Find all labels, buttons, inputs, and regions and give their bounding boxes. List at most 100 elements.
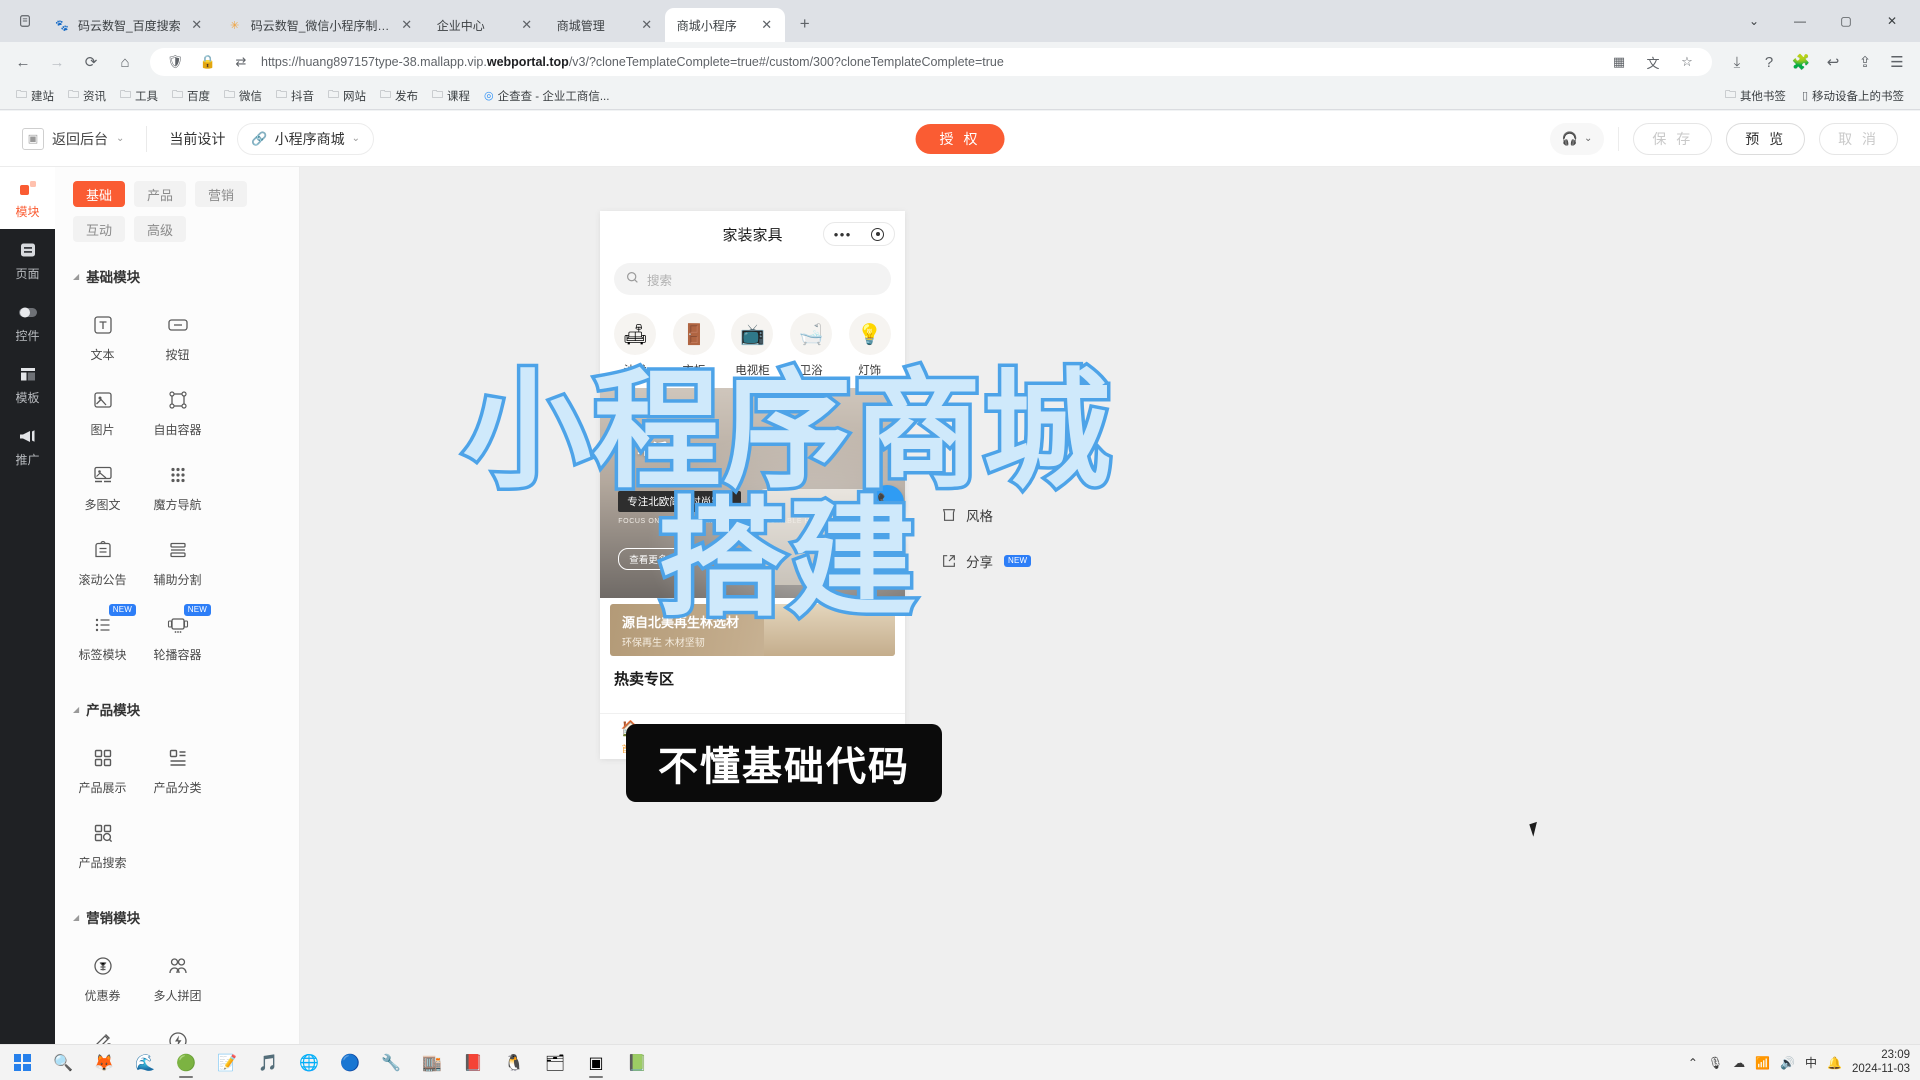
module-product-category[interactable]: 产品分类 [140, 733, 215, 808]
rail-item-modules[interactable]: 模块 [0, 167, 55, 229]
close-icon[interactable]: ✕ [639, 17, 655, 33]
extensions-icon[interactable]: 🧩 [1786, 47, 1816, 77]
taskbar-pdf-icon[interactable]: 📕 [454, 1046, 492, 1080]
close-icon[interactable]: ✕ [189, 17, 205, 33]
taskbar-browser2-icon[interactable]: 🌐 [290, 1046, 328, 1080]
network-icon[interactable]: 📶 [1755, 1056, 1770, 1070]
module-multi-image-text[interactable]: 多图文 [65, 450, 140, 525]
close-target-icon[interactable] [871, 227, 885, 241]
close-icon[interactable]: ✕ [759, 17, 775, 33]
tab-marketing[interactable]: 营销 [195, 181, 248, 207]
rail-item-promotion[interactable]: 推广 [0, 415, 55, 477]
site-settings-icon[interactable]: ⇄ [228, 49, 254, 75]
bookmark-item[interactable]: 🗀 百度 [166, 83, 216, 108]
bookmark-item[interactable]: 🗀 抖音 [270, 83, 320, 108]
wechat-capsule[interactable]: ••• [823, 222, 895, 246]
bookmark-item[interactable]: 🗀 网站 [322, 83, 372, 108]
taskbar-music-icon[interactable]: 🎵 [249, 1046, 287, 1080]
bookmark-item[interactable]: 🗀 课程 [426, 83, 476, 108]
phone-search-bar[interactable]: 搜索 [614, 263, 891, 295]
forward-button[interactable]: → [42, 47, 72, 77]
close-icon[interactable]: ✕ [519, 17, 535, 33]
preview-button[interactable]: 预 览 [1726, 122, 1806, 155]
translate-icon[interactable]: 文 [1640, 49, 1666, 75]
taskbar-terminal-icon[interactable]: ▣ [577, 1046, 615, 1080]
back-button[interactable]: ← [8, 47, 38, 77]
bookmark-item-qcc[interactable]: ◎ 企查查 - 企业工商信... [478, 85, 615, 107]
chevron-down-icon[interactable]: ⌄ [1732, 1, 1776, 41]
menu-icon[interactable]: ☰ [1882, 47, 1912, 77]
module-free-container[interactable]: 自由容器 [140, 375, 215, 450]
support-button[interactable]: 🎧 ⌄ [1549, 122, 1605, 155]
group-title-product[interactable]: ◢ 产品模块 [73, 699, 299, 719]
close-icon[interactable]: ✕ [399, 17, 415, 33]
module-tag[interactable]: NEW 标签模块 [65, 600, 140, 675]
minimize-button[interactable]: — [1778, 1, 1822, 41]
module-product-display[interactable]: 产品展示 [65, 733, 140, 808]
group-title-basic[interactable]: ◢ 基础模块 [73, 266, 299, 286]
qr-icon[interactable]: ▦ [1606, 49, 1632, 75]
browser-tab-2[interactable]: 企业中心 ✕ [425, 8, 545, 42]
chevron-up-icon[interactable]: ⌃ [1688, 1056, 1698, 1070]
taskbar-chrome2-icon[interactable]: 🔵 [331, 1046, 369, 1080]
taskbar-firefox-icon[interactable]: 🦊 [85, 1046, 123, 1080]
taskbar-qq-icon[interactable]: 🐧 [495, 1046, 533, 1080]
new-tab-button[interactable]: + [791, 10, 819, 38]
module-flash-sale[interactable]: 秒杀 [140, 1016, 215, 1044]
help-icon[interactable]: ? [1754, 47, 1784, 77]
home-button[interactable]: ⌂ [110, 47, 140, 77]
module-coupon[interactable]: 优惠券 [65, 941, 140, 1016]
cancel-button[interactable]: 取 消 [1819, 122, 1898, 155]
share-icon[interactable]: ⇪ [1850, 47, 1880, 77]
module-carousel[interactable]: NEW 轮播容器 [140, 600, 215, 675]
taskbar-store-icon[interactable]: 🏬 [413, 1046, 451, 1080]
taskbar-search-icon[interactable]: 🔍 [44, 1046, 82, 1080]
bookmark-item[interactable]: 🗀 资讯 [62, 83, 112, 108]
tray-extra-icon[interactable]: 🔔 [1827, 1056, 1842, 1070]
browser-tab-3[interactable]: 商城管理 ✕ [545, 8, 665, 42]
close-window-button[interactable]: ✕ [1870, 1, 1914, 41]
bookmark-star-icon[interactable]: ☆ [1674, 49, 1700, 75]
group-title-marketing[interactable]: ◢ 营销模块 [73, 907, 299, 927]
module-bargain[interactable]: 砍价活动 [65, 1016, 140, 1044]
taskbar-explorer-icon[interactable]: 🗂 [536, 1046, 574, 1080]
module-notice[interactable]: 滚动公告 [65, 525, 140, 600]
tab-interaction[interactable]: 互动 [73, 216, 126, 242]
maximize-button[interactable]: ▢ [1824, 1, 1868, 41]
rail-item-controls[interactable]: 控件 [0, 291, 55, 353]
module-image[interactable]: 图片 [65, 375, 140, 450]
browser-tab-1[interactable]: ✳ 码云数智_微信小程序制作平台_ ✕ [215, 8, 425, 42]
save-button[interactable]: 保 存 [1633, 122, 1713, 155]
module-magic-nav[interactable]: 魔方导航 [140, 450, 215, 525]
authorize-button[interactable]: 授 权 [915, 123, 1005, 154]
download-icon[interactable]: ⤓ [1722, 47, 1752, 77]
taskbar-clock[interactable]: 23:09 2024-11-03 [1852, 1049, 1910, 1077]
module-divider[interactable]: 辅助分割 [140, 525, 215, 600]
module-button[interactable]: 按钮 [140, 300, 215, 375]
design-selector[interactable]: 🔗 小程序商城 ⌄ [237, 122, 374, 155]
address-bar[interactable]: 🛡 🔒 ⇄ https://huang897157type-38.mallapp… [150, 48, 1712, 76]
taskbar-tool-icon[interactable]: 🔧 [372, 1046, 410, 1080]
module-group-buy[interactable]: 多人拼团 [140, 941, 215, 1016]
tab-advanced[interactable]: 高级 [134, 216, 187, 242]
browser-tab-0[interactable]: 🐾 码云数智_百度搜索 ✕ [42, 8, 215, 42]
volume-icon[interactable]: 🔊 [1780, 1056, 1795, 1070]
bookmark-item[interactable]: 🗀 建站 [10, 83, 60, 108]
undo-arrow-icon[interactable]: ↩ [1818, 47, 1848, 77]
taskbar-excel-icon[interactable]: 📗 [618, 1046, 656, 1080]
start-button[interactable] [0, 1045, 44, 1080]
back-to-admin-button[interactable]: ▣ 返回后台 ⌄ [22, 127, 124, 150]
module-text[interactable]: 文本 [65, 300, 140, 375]
taskbar-edge-icon[interactable]: 🌊 [126, 1046, 164, 1080]
other-bookmarks[interactable]: 🗀 其他书签 [1719, 83, 1792, 108]
browser-tab-4[interactable]: 商城小程序 ✕ [664, 8, 785, 42]
mic-icon[interactable]: 🎙 [1708, 1056, 1723, 1070]
taskbar-chrome-icon[interactable]: 🟢 [167, 1046, 205, 1080]
mobile-bookmarks[interactable]: ▯ 移动设备上的书签 [1796, 85, 1910, 107]
taskbar-wps-icon[interactable]: 📝 [208, 1046, 246, 1080]
tab-basic[interactable]: 基础 [73, 181, 126, 207]
rail-item-templates[interactable]: 模板 [0, 353, 55, 415]
module-product-search[interactable]: 产品搜索 [65, 808, 140, 883]
bookmark-item[interactable]: 🗀 工具 [114, 83, 164, 108]
tab-search-icon[interactable] [8, 4, 42, 38]
